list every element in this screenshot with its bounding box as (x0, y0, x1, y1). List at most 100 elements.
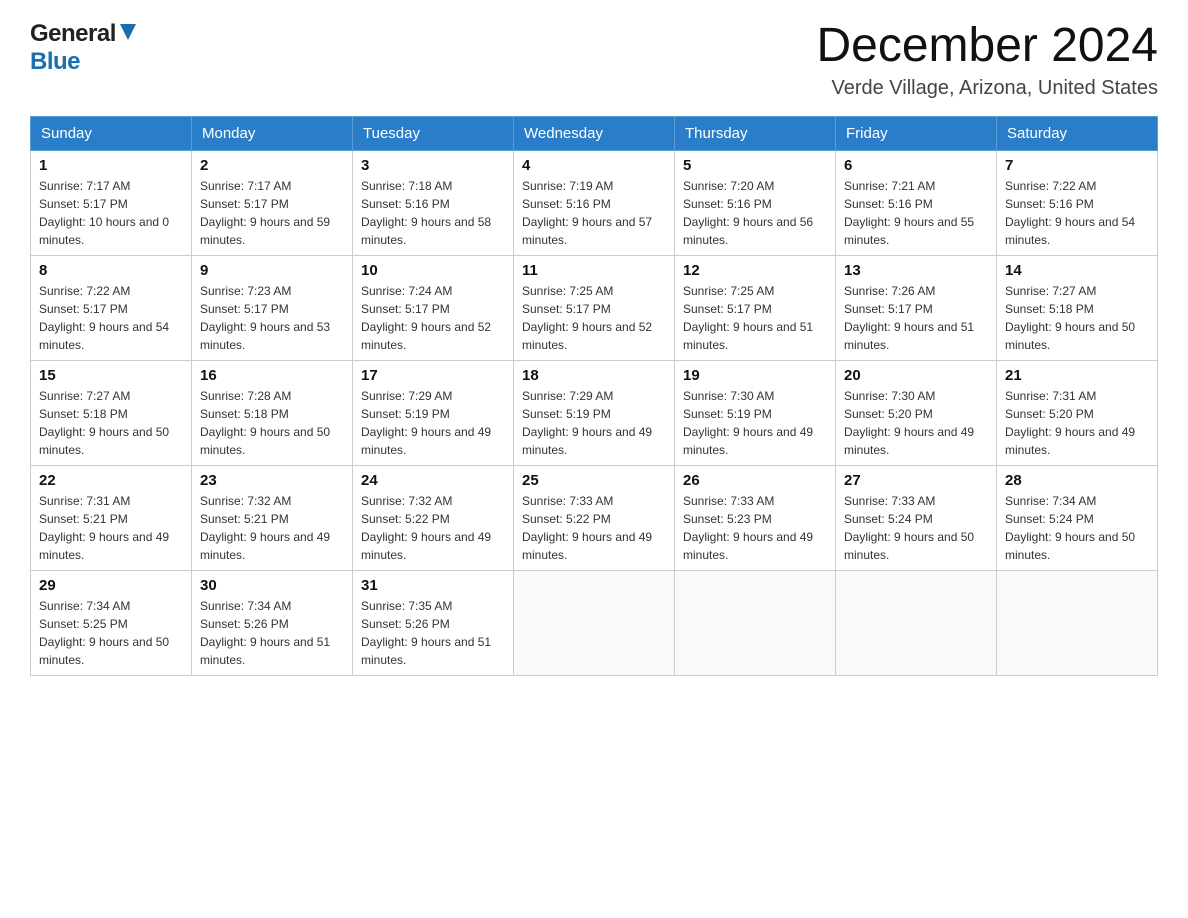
calendar-day-30: 30 Sunrise: 7:34 AMSunset: 5:26 PMDaylig… (192, 570, 353, 675)
day-info: Sunrise: 7:21 AMSunset: 5:16 PMDaylight:… (844, 179, 974, 247)
header-friday: Friday (836, 116, 997, 150)
calendar-week-3: 15 Sunrise: 7:27 AMSunset: 5:18 PMDaylig… (31, 360, 1158, 465)
header-tuesday: Tuesday (353, 116, 514, 150)
day-number: 27 (844, 472, 988, 489)
calendar-day-15: 15 Sunrise: 7:27 AMSunset: 5:18 PMDaylig… (31, 360, 192, 465)
calendar-day-23: 23 Sunrise: 7:32 AMSunset: 5:21 PMDaylig… (192, 465, 353, 570)
day-info: Sunrise: 7:27 AMSunset: 5:18 PMDaylight:… (39, 389, 169, 457)
day-info: Sunrise: 7:17 AMSunset: 5:17 PMDaylight:… (39, 179, 169, 247)
calendar-day-2: 2 Sunrise: 7:17 AMSunset: 5:17 PMDayligh… (192, 150, 353, 255)
header-saturday: Saturday (997, 116, 1158, 150)
day-info: Sunrise: 7:26 AMSunset: 5:17 PMDaylight:… (844, 284, 974, 352)
calendar-week-1: 1 Sunrise: 7:17 AMSunset: 5:17 PMDayligh… (31, 150, 1158, 255)
logo: General Blue (30, 20, 138, 76)
calendar-day-24: 24 Sunrise: 7:32 AMSunset: 5:22 PMDaylig… (353, 465, 514, 570)
day-info: Sunrise: 7:22 AMSunset: 5:17 PMDaylight:… (39, 284, 169, 352)
logo-blue: Blue (30, 48, 80, 75)
day-number: 14 (1005, 262, 1149, 279)
page-header: General Blue December 2024 Verde Village… (30, 20, 1158, 100)
day-number: 13 (844, 262, 988, 279)
calendar-day-5: 5 Sunrise: 7:20 AMSunset: 5:16 PMDayligh… (675, 150, 836, 255)
day-number: 12 (683, 262, 827, 279)
page-title: December 2024 (816, 20, 1158, 73)
calendar-day-1: 1 Sunrise: 7:17 AMSunset: 5:17 PMDayligh… (31, 150, 192, 255)
page-subtitle: Verde Village, Arizona, United States (816, 77, 1158, 100)
day-number: 25 (522, 472, 666, 489)
header-sunday: Sunday (31, 116, 192, 150)
logo-arrow-icon (118, 22, 138, 42)
calendar-day-22: 22 Sunrise: 7:31 AMSunset: 5:21 PMDaylig… (31, 465, 192, 570)
day-info: Sunrise: 7:32 AMSunset: 5:22 PMDaylight:… (361, 494, 491, 562)
calendar-week-5: 29 Sunrise: 7:34 AMSunset: 5:25 PMDaylig… (31, 570, 1158, 675)
day-number: 11 (522, 262, 666, 279)
day-info: Sunrise: 7:34 AMSunset: 5:25 PMDaylight:… (39, 599, 169, 667)
calendar-header-row: Sunday Monday Tuesday Wednesday Thursday… (31, 116, 1158, 150)
day-number: 30 (200, 577, 344, 594)
day-info: Sunrise: 7:34 AMSunset: 5:24 PMDaylight:… (1005, 494, 1135, 562)
day-info: Sunrise: 7:33 AMSunset: 5:22 PMDaylight:… (522, 494, 652, 562)
day-info: Sunrise: 7:33 AMSunset: 5:24 PMDaylight:… (844, 494, 974, 562)
day-number: 1 (39, 157, 183, 174)
day-number: 19 (683, 367, 827, 384)
day-number: 10 (361, 262, 505, 279)
day-number: 21 (1005, 367, 1149, 384)
day-info: Sunrise: 7:23 AMSunset: 5:17 PMDaylight:… (200, 284, 330, 352)
calendar-day-17: 17 Sunrise: 7:29 AMSunset: 5:19 PMDaylig… (353, 360, 514, 465)
day-info: Sunrise: 7:20 AMSunset: 5:16 PMDaylight:… (683, 179, 813, 247)
day-info: Sunrise: 7:25 AMSunset: 5:17 PMDaylight:… (683, 284, 813, 352)
calendar-day-12: 12 Sunrise: 7:25 AMSunset: 5:17 PMDaylig… (675, 255, 836, 360)
header-wednesday: Wednesday (514, 116, 675, 150)
calendar-day-16: 16 Sunrise: 7:28 AMSunset: 5:18 PMDaylig… (192, 360, 353, 465)
day-number: 16 (200, 367, 344, 384)
calendar-day-14: 14 Sunrise: 7:27 AMSunset: 5:18 PMDaylig… (997, 255, 1158, 360)
calendar-day-25: 25 Sunrise: 7:33 AMSunset: 5:22 PMDaylig… (514, 465, 675, 570)
day-info: Sunrise: 7:33 AMSunset: 5:23 PMDaylight:… (683, 494, 813, 562)
calendar-day-31: 31 Sunrise: 7:35 AMSunset: 5:26 PMDaylig… (353, 570, 514, 675)
calendar-day-3: 3 Sunrise: 7:18 AMSunset: 5:16 PMDayligh… (353, 150, 514, 255)
day-number: 6 (844, 157, 988, 174)
day-info: Sunrise: 7:31 AMSunset: 5:20 PMDaylight:… (1005, 389, 1135, 457)
day-info: Sunrise: 7:24 AMSunset: 5:17 PMDaylight:… (361, 284, 491, 352)
calendar-day-11: 11 Sunrise: 7:25 AMSunset: 5:17 PMDaylig… (514, 255, 675, 360)
calendar-day-empty (675, 570, 836, 675)
calendar-day-20: 20 Sunrise: 7:30 AMSunset: 5:20 PMDaylig… (836, 360, 997, 465)
calendar-day-7: 7 Sunrise: 7:22 AMSunset: 5:16 PMDayligh… (997, 150, 1158, 255)
day-info: Sunrise: 7:29 AMSunset: 5:19 PMDaylight:… (361, 389, 491, 457)
day-info: Sunrise: 7:17 AMSunset: 5:17 PMDaylight:… (200, 179, 330, 247)
calendar-day-27: 27 Sunrise: 7:33 AMSunset: 5:24 PMDaylig… (836, 465, 997, 570)
calendar-week-4: 22 Sunrise: 7:31 AMSunset: 5:21 PMDaylig… (31, 465, 1158, 570)
day-number: 22 (39, 472, 183, 489)
day-info: Sunrise: 7:29 AMSunset: 5:19 PMDaylight:… (522, 389, 652, 457)
day-number: 5 (683, 157, 827, 174)
calendar-day-28: 28 Sunrise: 7:34 AMSunset: 5:24 PMDaylig… (997, 465, 1158, 570)
day-number: 9 (200, 262, 344, 279)
calendar-table: Sunday Monday Tuesday Wednesday Thursday… (30, 116, 1158, 676)
title-block: December 2024 Verde Village, Arizona, Un… (816, 20, 1158, 100)
day-info: Sunrise: 7:35 AMSunset: 5:26 PMDaylight:… (361, 599, 491, 667)
logo-general: General (30, 20, 116, 48)
day-number: 4 (522, 157, 666, 174)
day-number: 17 (361, 367, 505, 384)
calendar-day-empty (514, 570, 675, 675)
calendar-day-18: 18 Sunrise: 7:29 AMSunset: 5:19 PMDaylig… (514, 360, 675, 465)
calendar-day-19: 19 Sunrise: 7:30 AMSunset: 5:19 PMDaylig… (675, 360, 836, 465)
day-number: 2 (200, 157, 344, 174)
calendar-week-2: 8 Sunrise: 7:22 AMSunset: 5:17 PMDayligh… (31, 255, 1158, 360)
header-monday: Monday (192, 116, 353, 150)
day-info: Sunrise: 7:32 AMSunset: 5:21 PMDaylight:… (200, 494, 330, 562)
header-thursday: Thursday (675, 116, 836, 150)
calendar-day-empty (836, 570, 997, 675)
day-info: Sunrise: 7:27 AMSunset: 5:18 PMDaylight:… (1005, 284, 1135, 352)
day-info: Sunrise: 7:19 AMSunset: 5:16 PMDaylight:… (522, 179, 652, 247)
day-number: 18 (522, 367, 666, 384)
calendar-day-29: 29 Sunrise: 7:34 AMSunset: 5:25 PMDaylig… (31, 570, 192, 675)
day-number: 7 (1005, 157, 1149, 174)
calendar-day-6: 6 Sunrise: 7:21 AMSunset: 5:16 PMDayligh… (836, 150, 997, 255)
day-info: Sunrise: 7:30 AMSunset: 5:20 PMDaylight:… (844, 389, 974, 457)
day-number: 28 (1005, 472, 1149, 489)
calendar-day-10: 10 Sunrise: 7:24 AMSunset: 5:17 PMDaylig… (353, 255, 514, 360)
day-number: 15 (39, 367, 183, 384)
calendar-day-8: 8 Sunrise: 7:22 AMSunset: 5:17 PMDayligh… (31, 255, 192, 360)
day-info: Sunrise: 7:18 AMSunset: 5:16 PMDaylight:… (361, 179, 491, 247)
calendar-day-empty (997, 570, 1158, 675)
